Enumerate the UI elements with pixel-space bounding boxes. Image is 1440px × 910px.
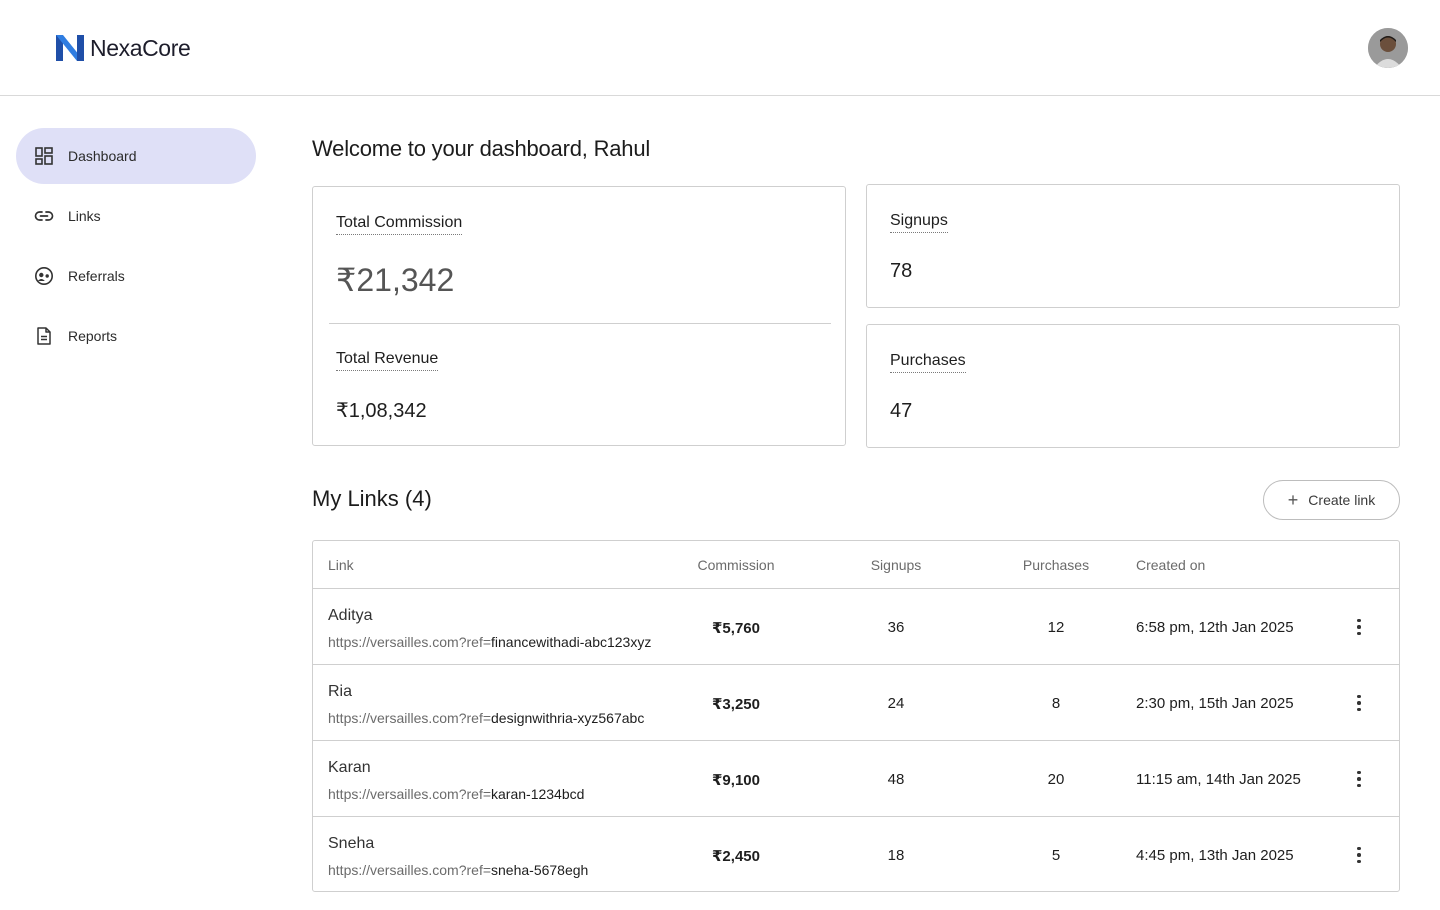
sidebar-item-label: Referrals (68, 268, 125, 284)
sidebar-item-label: Reports (68, 328, 118, 344)
table-row[interactable]: Sneha https://versailles.com?ref=sneha-5… (313, 817, 1399, 893)
commission-value: ₹3,250 (712, 696, 760, 713)
top-header: NexaCore (0, 0, 1440, 96)
link-url-ref: karan-1234bcd (491, 786, 585, 802)
column-header-purchases: Purchases (1022, 557, 1090, 573)
signups-value: 78 (890, 260, 913, 282)
brand-logo[interactable]: NexaCore (54, 32, 191, 64)
create-link-button[interactable]: + Create link (1263, 480, 1400, 520)
link-url-ref: sneha-5678egh (491, 862, 589, 878)
nexacore-logo-icon (56, 35, 84, 61)
commission-revenue-card: Total Commission ₹21,342 Total Revenue ₹… (312, 186, 846, 446)
more-options-icon[interactable] (1347, 615, 1371, 639)
purchases-card: Purchases 47 (866, 324, 1400, 448)
more-options-icon[interactable] (1347, 767, 1371, 791)
document-icon (34, 326, 54, 346)
link-name: Sneha (328, 835, 375, 852)
link-url[interactable]: https://versailles.com?ref=financewithad… (328, 634, 651, 650)
purchases-value: 47 (890, 400, 913, 422)
column-header-link: Link (328, 557, 354, 573)
table-row[interactable]: Karan https://versailles.com?ref=karan-1… (313, 741, 1399, 817)
plus-icon: + (1287, 490, 1299, 510)
links-table: Link Commission Signups Purchases Create… (312, 540, 1400, 892)
purchases-value: 5 (1051, 847, 1061, 864)
sidebar-nav: Dashboard Links Referrals Reports (16, 128, 256, 368)
link-url-ref: designwithria-xyz567abc (491, 710, 645, 726)
link-name: Karan (328, 759, 371, 776)
signups-value: 18 (887, 847, 905, 864)
signups-value: 48 (887, 771, 905, 788)
purchases-value: 20 (1047, 771, 1065, 788)
sidebar-item-label: Dashboard (68, 148, 137, 164)
dashboard-icon (34, 146, 54, 166)
signups-card: Signups 78 (866, 184, 1400, 308)
link-url[interactable]: https://versailles.com?ref=designwithria… (328, 710, 644, 726)
signups-label: Signups (890, 212, 948, 233)
brand-name: NexaCore (90, 34, 191, 61)
created-on-value: 4:45 pm, 13th Jan 2025 (1136, 847, 1294, 864)
link-url[interactable]: https://versailles.com?ref=karan-1234bcd (328, 786, 584, 802)
sidebar-item-dashboard[interactable]: Dashboard (16, 128, 256, 184)
referrals-icon (34, 266, 54, 286)
link-name: Aditya (328, 607, 373, 624)
link-url-base: https://versailles.com?ref= (328, 786, 492, 802)
commission-value: ₹5,760 (712, 620, 760, 637)
column-header-created-on: Created on (1136, 557, 1206, 573)
total-commission-value: ₹21,342 (336, 262, 455, 298)
sidebar-item-reports[interactable]: Reports (16, 308, 256, 364)
signups-value: 24 (887, 695, 905, 712)
signups-value: 36 (887, 619, 905, 636)
create-link-label: Create link (1308, 492, 1376, 508)
avatar-image (1368, 28, 1408, 68)
table-row[interactable]: Aditya https://versailles.com?ref=financ… (313, 589, 1399, 665)
link-url[interactable]: https://versailles.com?ref=sneha-5678egh (328, 862, 588, 878)
created-on-value: 6:58 pm, 12th Jan 2025 (1136, 619, 1294, 636)
column-header-signups: Signups (870, 557, 922, 573)
sidebar-item-referrals[interactable]: Referrals (16, 248, 256, 304)
my-links-title: My Links (4) (312, 486, 432, 511)
link-url-ref: financewithadi-abc123xyz (491, 634, 652, 650)
more-options-icon[interactable] (1347, 691, 1371, 715)
link-name: Ria (328, 683, 353, 700)
more-options-icon[interactable] (1347, 843, 1371, 867)
link-url-base: https://versailles.com?ref= (328, 634, 492, 650)
table-header: Link Commission Signups Purchases Create… (313, 541, 1399, 589)
page-title: Welcome to your dashboard, Rahul (312, 136, 651, 161)
link-url-base: https://versailles.com?ref= (328, 710, 492, 726)
total-revenue-value: ₹1,08,342 (336, 400, 427, 422)
link-url-base: https://versailles.com?ref= (328, 862, 492, 878)
purchases-value: 12 (1047, 619, 1065, 636)
purchases-value: 8 (1051, 695, 1061, 712)
table-row[interactable]: Ria https://versailles.com?ref=designwit… (313, 665, 1399, 741)
created-on-value: 11:15 am, 14th Jan 2025 (1136, 771, 1301, 788)
created-on-value: 2:30 pm, 15th Jan 2025 (1136, 695, 1294, 712)
total-revenue-label: Total Revenue (336, 350, 439, 371)
column-header-commission: Commission (697, 557, 775, 573)
commission-value: ₹9,100 (712, 772, 760, 789)
user-avatar[interactable] (1368, 28, 1408, 68)
link-icon (34, 206, 54, 226)
total-commission-label: Total Commission (336, 214, 463, 235)
commission-value: ₹2,450 (712, 848, 760, 865)
sidebar-item-links[interactable]: Links (16, 188, 256, 244)
sidebar-item-label: Links (68, 208, 101, 224)
card-divider (329, 323, 831, 324)
purchases-label: Purchases (890, 352, 966, 373)
